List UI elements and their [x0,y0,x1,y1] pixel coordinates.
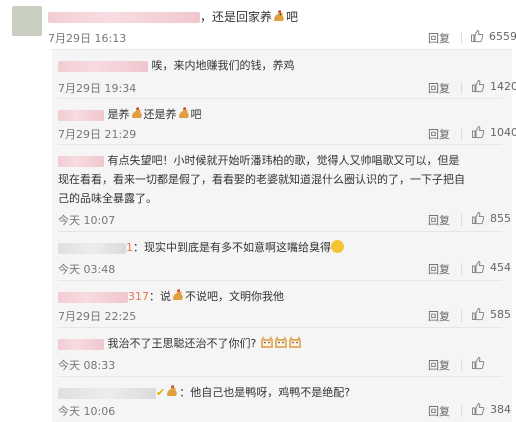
rooster-emoji-icon [171,289,185,302]
replies-panel: 唉，来内地赚我们的钱，养鸡 7月29日 19:34 回复 1420 是养 还是养吧… [52,49,516,422]
smile-emoji-icon [331,240,344,253]
divider [58,280,502,281]
like-button[interactable]: 585 [471,307,511,321]
divider [58,98,502,99]
reply-button[interactable]: 回复 [428,357,450,373]
reply-button[interactable]: 回复 [428,80,450,96]
comment-time: 7月29日 16:13 [48,32,127,45]
divider [58,376,502,377]
main-comment-text: ，还是回家养吧 [48,9,298,25]
like-button[interactable]: 454 [471,260,511,274]
username-blurred[interactable] [48,12,200,23]
reply-button[interactable]: 回复 [428,212,450,228]
username-blurred[interactable] [58,387,156,399]
reply-button[interactable]: 回复 [428,126,450,142]
rooster-emoji-icon [165,385,179,398]
reply-time: 7月29日 19:34 [58,82,137,95]
thumbs-up-icon [472,211,485,225]
username-blurred[interactable] [58,60,148,72]
reply-text: 是养 还是养吧 [58,105,202,124]
cat-emoji-icon [260,336,273,348]
thumbs-up-icon [472,125,485,139]
reply-time: 今天 03:48 [58,263,116,276]
like-button[interactable]: 855 [471,211,511,225]
rooster-emoji-icon [177,107,191,120]
reply-button[interactable]: 回复 [428,403,450,419]
reply-button[interactable]: 回复 [428,261,450,277]
reply-button[interactable]: 回复 [428,308,450,324]
reply-time: 今天 08:33 [58,359,116,372]
like-button[interactable]: 6559 [470,29,516,43]
cat-emoji-icon [274,336,287,348]
avatar[interactable] [12,6,42,36]
divider [461,32,462,44]
reply-time: 7月29日 21:29 [58,128,137,141]
thumbs-up-icon [472,356,485,370]
reply-time: 7月29日 22:25 [58,310,137,323]
reply-text: 我治不了王思聪还治不了你们? [58,334,302,353]
rooster-emoji-icon [272,10,286,23]
thumbs-up-icon [472,79,485,93]
reply-time: 今天 10:06 [58,405,116,418]
thumbs-up-icon [471,29,484,43]
rooster-emoji-icon [130,107,144,120]
cat-emoji-icon [288,336,301,348]
divider [58,144,502,145]
thumbs-up-icon [472,260,485,274]
divider [58,327,502,328]
like-button[interactable]: 384 [471,402,511,416]
reply-text: 唉，来内地赚我们的钱，养鸡 [58,56,295,75]
reply-text: 有点失望吧！小时候就开始听潘玮柏的歌，觉得人又帅唱歌又可以，但是 现在看看，看来… [58,154,465,205]
thumbs-up-icon [472,402,485,416]
username-blurred[interactable] [58,109,104,121]
reply-text: 1：现实中到底是有多不如意啊这嘴给臭得 [58,238,344,257]
thumbs-up-icon [472,307,485,321]
username-blurred[interactable] [58,338,104,350]
username-blurred[interactable] [58,155,104,167]
reply-text: ✔ ：他自己也是鸭呀，鸡鸭不是绝配? [58,383,350,402]
username-blurred[interactable] [58,291,128,303]
reply-button[interactable]: 回复 [428,30,450,46]
username-blurred[interactable] [58,242,126,254]
divider [58,231,502,232]
like-button[interactable] [471,356,490,370]
like-button[interactable]: 1420 [471,79,516,93]
reply-time: 今天 10:07 [58,214,116,227]
reply-text: 317：说 不说吧，文明你我他 [58,287,284,306]
like-button[interactable]: 1040 [471,125,516,139]
